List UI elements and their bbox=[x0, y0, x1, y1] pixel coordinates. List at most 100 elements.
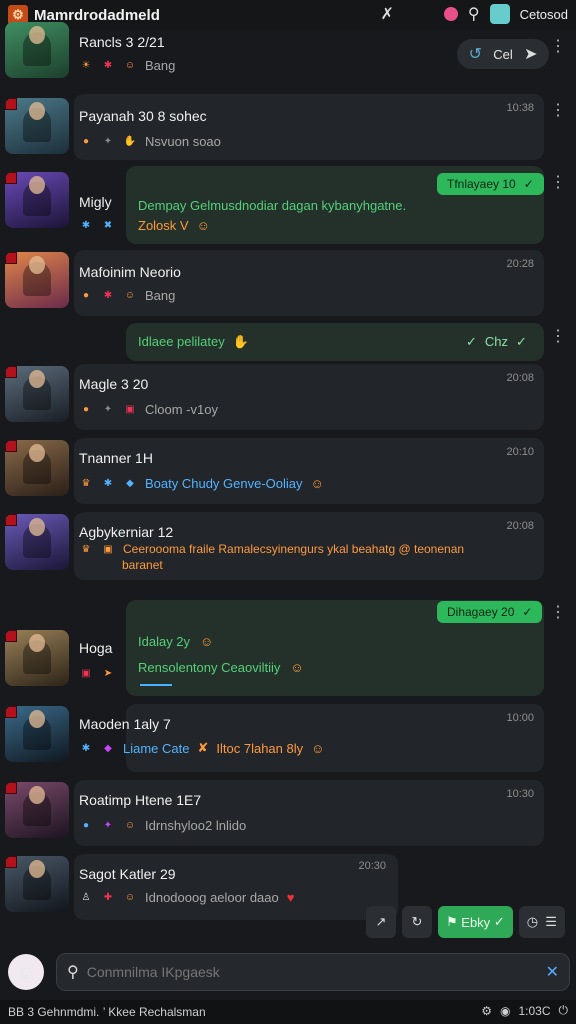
timestamp: 10:38 bbox=[506, 102, 534, 114]
notification-dot-icon[interactable] bbox=[443, 7, 458, 21]
coin-icon: ● bbox=[82, 136, 90, 147]
chat-name: Payanah 30 8 sohec bbox=[79, 108, 207, 124]
chat-name: Maoden 1aly 7 bbox=[79, 716, 171, 732]
avatar bbox=[5, 22, 69, 78]
timestamp: 20:08 bbox=[506, 520, 534, 532]
composer-avatar[interactable]: ☺ bbox=[8, 954, 44, 990]
message-text: Idlaee pelilatey ✋ bbox=[138, 334, 249, 349]
lock-icon: ▣ bbox=[103, 543, 113, 555]
face-icon: ☺ bbox=[311, 740, 325, 756]
chat-name: Agbykerniar 12 bbox=[79, 524, 174, 540]
list-item[interactable]: Agbykerniar 12 ♛ ▣ Ceeroooma fraile Rama… bbox=[0, 512, 576, 580]
tag-icon: ⚑ bbox=[446, 914, 458, 929]
avatar bbox=[5, 98, 69, 154]
timestamp: 20:30 bbox=[358, 860, 386, 872]
face-icon: ☺ bbox=[196, 218, 210, 233]
top-right-controls: ✗ ⚲ Cetosod bbox=[380, 4, 568, 24]
status-left: BB 3 Gehnmdmi. ’ Kkee Rechalsman bbox=[8, 1005, 206, 1019]
face-icon: ☺ bbox=[310, 476, 324, 491]
timestamp: 20:08 bbox=[506, 372, 534, 384]
spark-icon: ✦ bbox=[103, 820, 113, 831]
avatar bbox=[5, 706, 69, 762]
chat-preview: ● ✦ ✋ Nsvuon soao bbox=[79, 134, 221, 149]
list-item[interactable]: Tnanner 1H ♛ ✱ ◆ Boaty Chudy Genve-Oolia… bbox=[0, 438, 576, 504]
chat-name: Mafoinim Neorio bbox=[79, 264, 181, 280]
user-name[interactable]: Cetosod bbox=[520, 7, 568, 22]
list-item[interactable]: Payanah 30 8 sohec ● ✦ ✋ Nsvuon soao 10:… bbox=[0, 94, 576, 160]
chat-preview: ♛ ▣ Ceeroooma fraile Ramalecsyinengurs y… bbox=[79, 542, 465, 556]
check-icon: ✓ bbox=[516, 334, 527, 349]
face-icon: ☺ bbox=[290, 660, 304, 675]
list-item[interactable]: Rancls 3 2/21 ☀ ✱ ☺ Bang bbox=[0, 22, 576, 86]
face-icon: ☺ bbox=[124, 290, 136, 301]
face-icon: ☺ bbox=[200, 634, 214, 649]
face-icon: ☺ bbox=[124, 60, 136, 71]
tools-icon[interactable]: ✗ bbox=[380, 4, 393, 24]
power-icon[interactable]: ⏻ bbox=[559, 1003, 569, 1018]
avatar bbox=[5, 172, 69, 228]
list-item[interactable]: Roatimp Htene 1E7 ● ✦ ☺ Idrnshyloo2 lnli… bbox=[0, 780, 576, 846]
emoji-icon: ☀ bbox=[81, 60, 91, 71]
chart-button[interactable]: ↗ bbox=[366, 906, 396, 938]
close-icon[interactable]: ✕ bbox=[546, 962, 559, 982]
plane-icon: ➤ bbox=[103, 667, 113, 679]
check-icon: ✓ bbox=[522, 605, 533, 619]
message-status-pill[interactable]: Dihagaey 20 ✓ bbox=[437, 601, 543, 623]
refresh-button[interactable]: ↻ bbox=[402, 906, 432, 938]
settings-icon[interactable]: ⚙ bbox=[481, 1004, 492, 1018]
chat-preview-2: baranet bbox=[122, 558, 163, 572]
search-icon: ⚲ bbox=[67, 964, 79, 981]
chat-preview: ♙ ✚ ☺ Idnodooog aeloor daao ♥ bbox=[79, 890, 295, 905]
lock-icon: ▣ bbox=[125, 404, 135, 415]
search-icon[interactable]: ⚲ bbox=[468, 4, 480, 24]
lock-icon: ▣ bbox=[81, 667, 91, 679]
gem-icon: ◆ bbox=[104, 742, 112, 754]
chat-preview: ● ✱ ☺ Bang bbox=[79, 288, 175, 303]
avatar bbox=[5, 252, 69, 308]
chat-name: Tnanner 1H bbox=[79, 450, 153, 466]
face-icon: ☺ bbox=[124, 820, 136, 831]
chat-name: Migly bbox=[79, 194, 112, 210]
avatar bbox=[5, 440, 69, 496]
more-icon[interactable]: ⋮ bbox=[550, 605, 566, 621]
status-right: ⚙ ◉ 1:03C ⏻ bbox=[481, 1003, 568, 1018]
bolt-icon: ✘ bbox=[197, 740, 209, 755]
crown-icon: ♛ bbox=[81, 543, 91, 555]
chat-name: Magle 3 20 bbox=[79, 376, 149, 392]
spark-icon: ✦ bbox=[103, 404, 113, 415]
message-text-2: Rensolentony Ceaoviltiiy ☺ bbox=[138, 660, 304, 675]
search-box[interactable]: ⚲ ✕ bbox=[56, 953, 570, 991]
more-icon[interactable]: ⋮ bbox=[550, 103, 566, 119]
face-icon: ☺ bbox=[124, 892, 136, 903]
star-icon: ✱ bbox=[103, 60, 113, 71]
avatar bbox=[5, 630, 69, 686]
message-input[interactable] bbox=[86, 964, 538, 980]
star-icon: ✱ bbox=[81, 219, 91, 231]
person-icon: ♙ bbox=[81, 892, 91, 903]
list-item[interactable]: Magle 3 20 ● ✦ ▣ Cloom -v1oy 20:08 bbox=[0, 364, 576, 430]
timestamp: 10:00 bbox=[506, 712, 534, 724]
check-icon: ✓ bbox=[466, 334, 477, 349]
star-icon: ✱ bbox=[103, 290, 113, 301]
timestamp: 20:28 bbox=[506, 258, 534, 270]
message-text: Dempay Gelmusdnodiar dagan kybanyhgatne. bbox=[138, 198, 407, 213]
confirm-button[interactable]: ⚑ Ebky ✓ bbox=[438, 906, 513, 938]
chat-preview: ● ✦ ☺ Idrnshyloo2 lnlido bbox=[79, 818, 246, 833]
hand-icon: ✋ bbox=[123, 136, 137, 147]
record-icon[interactable]: ◉ bbox=[500, 1004, 510, 1018]
avatar bbox=[5, 856, 69, 912]
more-icon[interactable]: ⋮ bbox=[550, 329, 566, 345]
chat-name: Hoga bbox=[79, 640, 113, 656]
profile-avatar[interactable] bbox=[489, 4, 510, 24]
chat-name: Sagot Katler 29 bbox=[79, 866, 176, 882]
cross-icon: ✖ bbox=[103, 219, 113, 231]
composer: ☺ ⚲ ✕ bbox=[8, 952, 570, 992]
status-time: 1:03C bbox=[518, 1003, 551, 1018]
timestamp: 20:10 bbox=[506, 446, 534, 458]
list-item[interactable]: Maoden 1aly 7 ✱ ◆ Liame Cate ✘ Iltoc 7la… bbox=[0, 704, 576, 772]
avatar bbox=[5, 782, 69, 838]
menu-button[interactable]: ◷ ☰ bbox=[518, 906, 565, 938]
coin-icon: ● bbox=[82, 290, 90, 301]
message-text-2: Zolosk V ☺ bbox=[138, 218, 210, 233]
list-item[interactable]: Mafoinim Neorio ● ✱ ☺ Bang 20:28 bbox=[0, 250, 576, 316]
